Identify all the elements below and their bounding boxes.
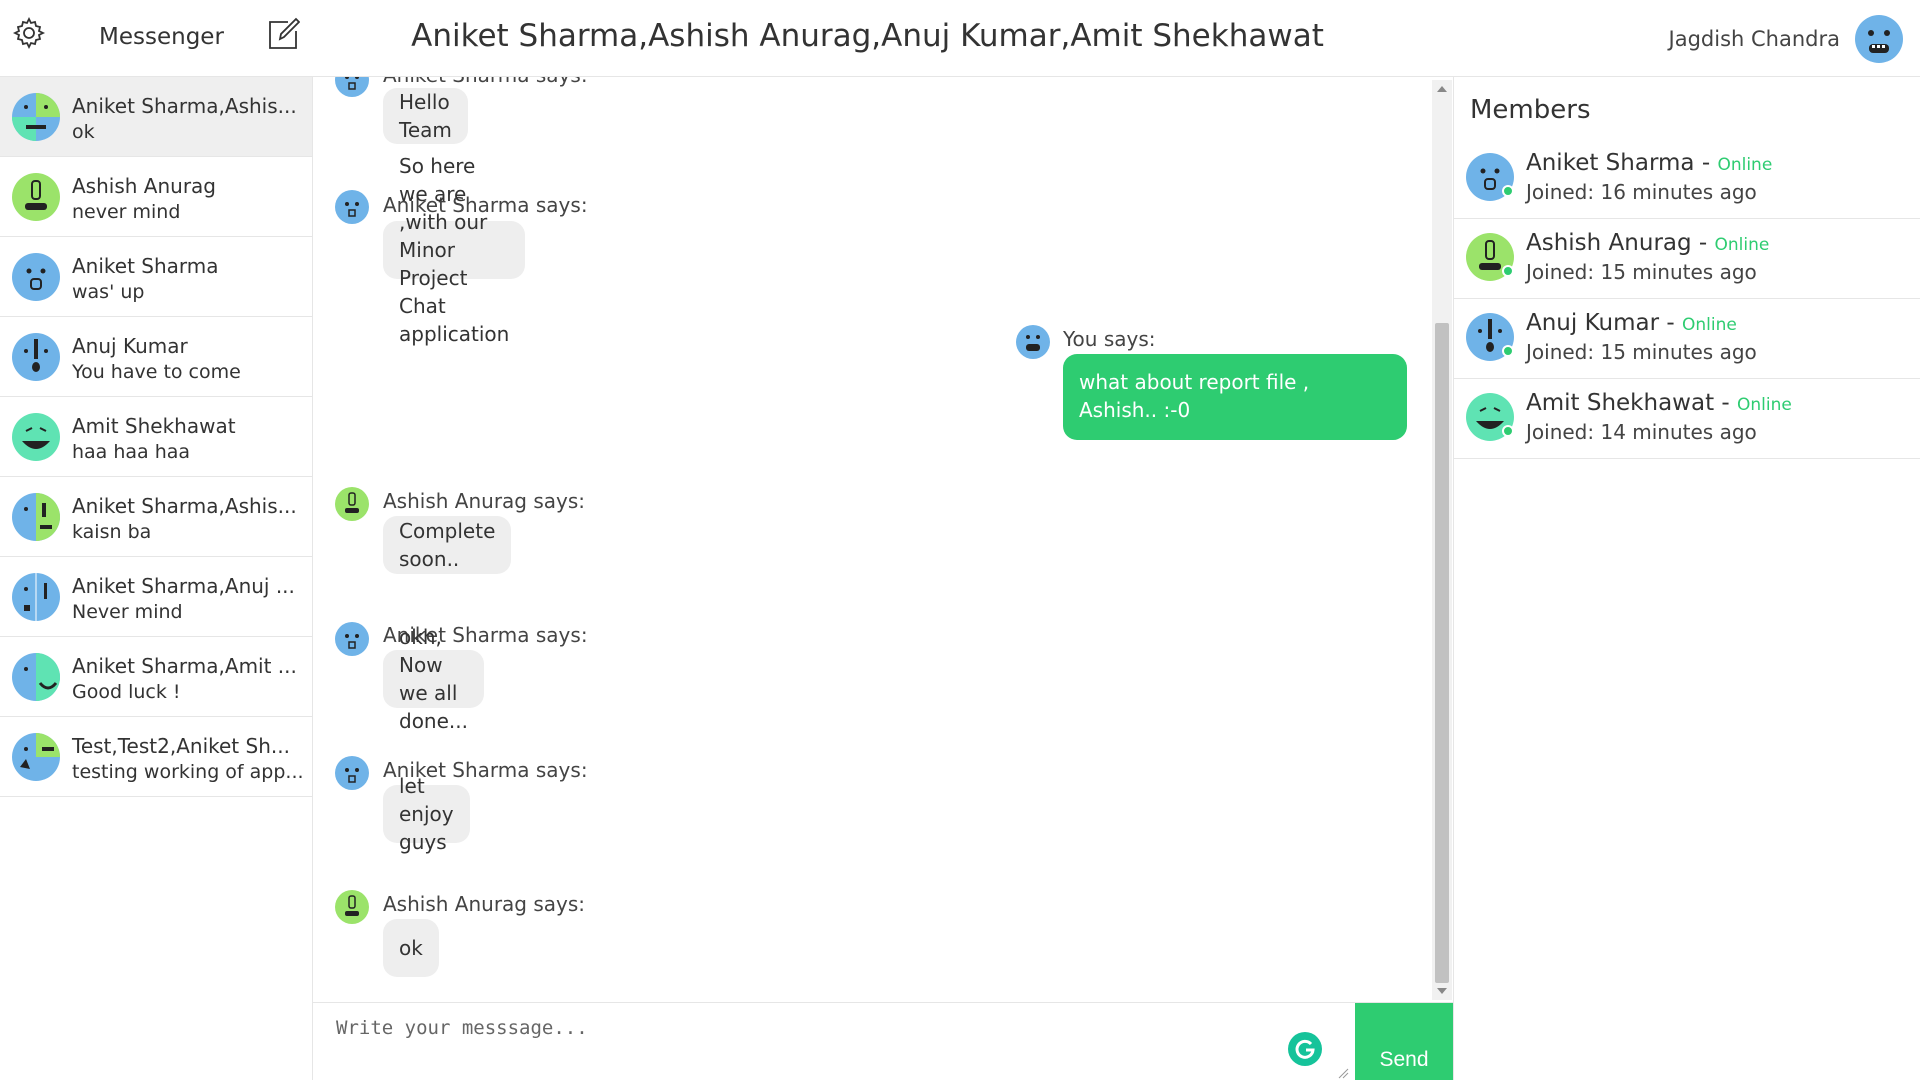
- header-bar: Messenger Aniket Sharma,Ashish Anurag,An…: [0, 0, 1920, 77]
- conversation-item[interactable]: Aniket Sharma,Anuj ... Never mind: [0, 557, 312, 637]
- message-sender: Aniket Sharma says:: [383, 77, 588, 87]
- resize-handle-icon[interactable]: [1337, 1067, 1349, 1079]
- online-indicator: [1502, 185, 1514, 197]
- sender-avatar: [335, 622, 369, 656]
- group-avatar: [12, 493, 60, 541]
- member-separator: -: [1714, 390, 1738, 416]
- sender-avatar: [1016, 325, 1050, 359]
- online-indicator: [1502, 425, 1514, 437]
- members-title: Members: [1470, 95, 1591, 125]
- conversation-preview: testing working of app...: [72, 761, 304, 783]
- messenger-app: Messenger Aniket Sharma,Ashish Anurag,An…: [0, 0, 1920, 1080]
- compose-icon[interactable]: [266, 17, 300, 51]
- sender-avatar: [335, 190, 369, 224]
- send-button[interactable]: Send: [1355, 1003, 1453, 1080]
- message-bubble: okh, Now we all done...: [383, 625, 484, 733]
- member-item[interactable]: Aniket Sharma - Online Joined: 16 minute…: [1454, 139, 1920, 219]
- member-joined: Joined: 15 minutes ago: [1526, 340, 1757, 364]
- member-item[interactable]: Ashish Anurag - Online Joined: 15 minute…: [1454, 219, 1920, 299]
- sender-avatar: [335, 756, 369, 790]
- conversation-preview: Never mind: [72, 601, 183, 623]
- conversation-name: Ashish Anurag: [72, 174, 216, 198]
- contact-avatar: [12, 413, 60, 461]
- message-bubble: So here we are ,with our Minor Project C…: [383, 154, 526, 346]
- conversation-preview: kaisn ba: [72, 521, 152, 543]
- contact-avatar: [12, 173, 60, 221]
- conversation-item[interactable]: Aniket Sharma was' up: [0, 237, 312, 317]
- conversation-preview: never mind: [72, 201, 181, 223]
- member-name: Ashish Anurag: [1526, 230, 1692, 256]
- members-panel: Members Aniket Sharma - Online Joined: 1…: [1453, 77, 1920, 1080]
- conversation-name: Aniket Sharma,Anuj ...: [72, 574, 295, 598]
- member-separator: -: [1691, 230, 1715, 256]
- contact-avatar: [12, 253, 60, 301]
- member-name: Aniket Sharma: [1526, 150, 1695, 176]
- member-separator: -: [1694, 150, 1718, 176]
- conversation-name: Aniket Sharma,Ashis...: [72, 94, 297, 118]
- conversation-preview: was' up: [72, 281, 145, 303]
- conversation-item[interactable]: Amit Shekhawat haa haa haa: [0, 397, 312, 477]
- contact-avatar: [12, 333, 60, 381]
- member-status: Online: [1717, 155, 1773, 175]
- message-sender: Ashish Anurag says:: [383, 489, 586, 513]
- message-bubble: what about report file , Ashish.. :-0: [1063, 354, 1407, 440]
- scrollbar-thumb[interactable]: [1435, 323, 1449, 983]
- member-separator: -: [1659, 310, 1682, 336]
- conversation-item[interactable]: Aniket Sharma,Ashis... ok: [0, 77, 312, 157]
- scroll-down-arrow[interactable]: [1437, 988, 1447, 994]
- conversation-name: Aniket Sharma: [72, 254, 219, 278]
- sender-avatar: [335, 487, 369, 521]
- message-thread: Aniket Sharma says: Hello Team Aniket Sh…: [313, 77, 1453, 1002]
- member-name: Amit Shekhawat: [1526, 390, 1715, 416]
- message-sender: Ashish Anurag says:: [383, 892, 586, 916]
- conversation-name: Aniket Sharma,Amit ...: [72, 654, 297, 678]
- member-item[interactable]: Amit Shekhawat - Online Joined: 14 minut…: [1454, 379, 1920, 459]
- member-status: Online: [1737, 395, 1792, 415]
- conversation-name: Anuj Kumar: [72, 334, 188, 358]
- member-name: Anuj Kumar: [1526, 310, 1660, 336]
- user-avatar[interactable]: [1855, 15, 1903, 63]
- member-joined: Joined: 16 minutes ago: [1526, 180, 1757, 204]
- sender-avatar: [335, 890, 369, 924]
- message-composer: Send: [313, 1002, 1453, 1080]
- current-user-name[interactable]: Jagdish Chandra: [1669, 27, 1840, 51]
- conversation-title: Aniket Sharma,Ashish Anurag,Anuj Kumar,A…: [411, 18, 1324, 54]
- conversation-name: Aniket Sharma,Ashis...: [72, 494, 297, 518]
- message-bubble: Complete soon..: [383, 516, 512, 574]
- group-avatar: [12, 93, 60, 141]
- member-joined: Joined: 14 minutes ago: [1526, 420, 1757, 444]
- conversation-item[interactable]: Aniket Sharma,Amit ... Good luck !: [0, 637, 312, 717]
- message-sender: You says:: [1063, 327, 1156, 351]
- grammarly-icon[interactable]: [1288, 1032, 1322, 1066]
- conversation-preview: You have to come: [72, 361, 241, 383]
- member-joined: Joined: 15 minutes ago: [1526, 260, 1757, 284]
- conversation-item[interactable]: Ashish Anurag never mind: [0, 157, 312, 237]
- conversation-name: Amit Shekhawat: [72, 414, 236, 438]
- online-indicator: [1502, 345, 1514, 357]
- conversation-item[interactable]: Aniket Sharma,Ashis... kaisn ba: [0, 477, 312, 557]
- conversation-item[interactable]: Anuj Kumar You have to come: [0, 317, 312, 397]
- online-indicator: [1502, 265, 1514, 277]
- message-bubble: let enjoy guys: [383, 774, 470, 854]
- member-status: Online: [1714, 235, 1770, 255]
- conversation-list: Aniket Sharma,Ashis... ok Ashish Anurag …: [0, 77, 313, 1080]
- conversation-preview: haa haa haa: [72, 441, 191, 463]
- member-item[interactable]: Anuj Kumar - Online Joined: 15 minutes a…: [1454, 299, 1920, 379]
- scroll-up-arrow[interactable]: [1437, 86, 1447, 92]
- conversation-name: Test,Test2,Aniket Sh...: [72, 734, 290, 758]
- message-bubble: Hello Team: [383, 88, 468, 144]
- app-brand: Messenger: [99, 24, 224, 50]
- conversation-preview: Good luck !: [72, 681, 181, 703]
- conversation-preview: ok: [72, 121, 95, 143]
- group-avatar: [12, 573, 60, 621]
- group-avatar: [12, 733, 60, 781]
- gear-icon[interactable]: [12, 16, 46, 50]
- message-bubble: ok: [383, 919, 439, 977]
- message-scrollbar[interactable]: [1432, 80, 1452, 1000]
- sender-avatar: [335, 77, 369, 97]
- conversation-item[interactable]: Test,Test2,Aniket Sh... testing working …: [0, 717, 312, 797]
- message-input[interactable]: [313, 1003, 1353, 1080]
- member-status: Online: [1681, 315, 1737, 335]
- group-avatar: [12, 653, 60, 701]
